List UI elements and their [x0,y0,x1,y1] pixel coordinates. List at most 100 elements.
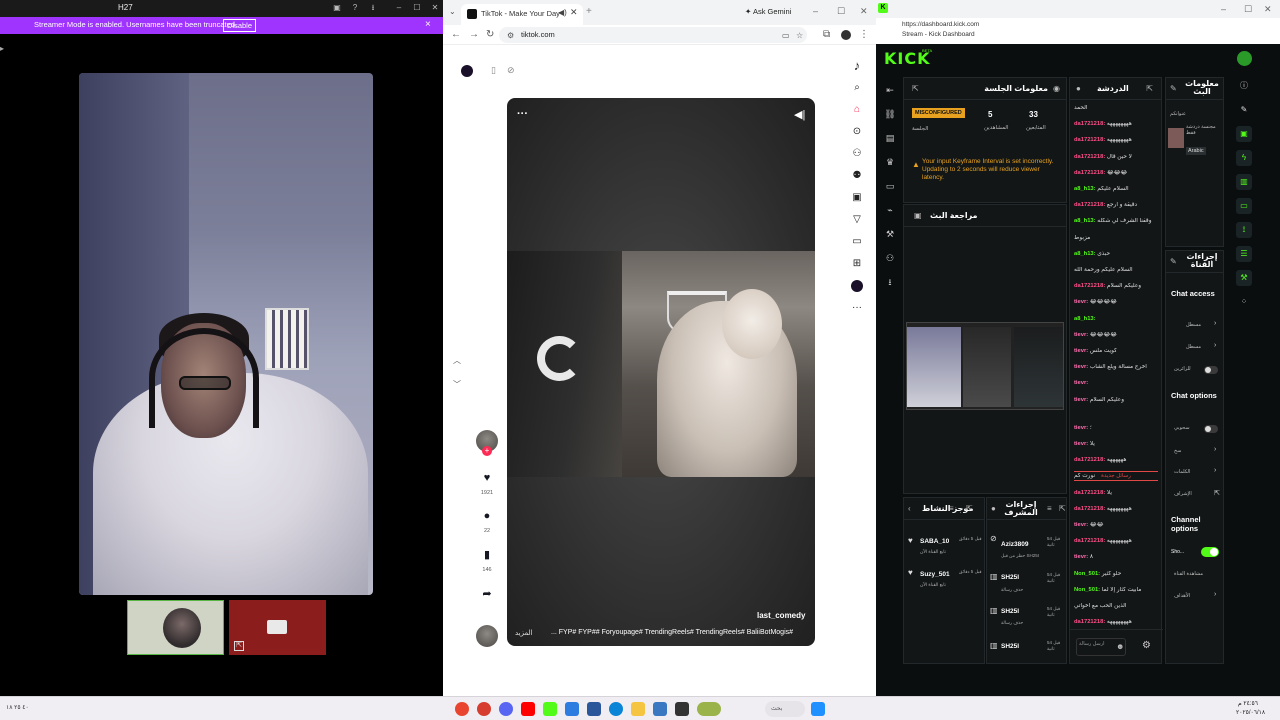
collapse-icon[interactable]: ⇤ [881,78,899,102]
screenshot-icon[interactable]: ▣ [332,3,342,13]
maximize-button[interactable]: ☐ [1244,4,1252,15]
chat-username[interactable]: tievr: [1074,425,1088,431]
reload-icon[interactable]: ↻ [486,29,494,40]
chevron-right-icon[interactable]: › [1214,591,1216,598]
discord-icon[interactable] [499,702,513,716]
close-button[interactable]: ✕ [860,6,868,17]
camera-toggle-button[interactable]: ⇱ [229,600,326,655]
analytics-icon[interactable]: ⌁ [881,198,899,222]
home-icon[interactable]: ⌂ [848,99,866,121]
activity-icon[interactable]: ▽ [848,209,866,231]
audio-playing-icon[interactable]: ◀) [558,8,567,17]
chat-access-option[interactable]: مسطل [1186,344,1236,350]
popout-icon[interactable]: ⇱ [1146,84,1153,93]
disable-button[interactable]: Disable [223,19,257,32]
following-icon[interactable]: ⚇ [848,143,866,165]
show-toggle[interactable] [1201,547,1219,557]
comment-icon[interactable]: ● [476,510,498,522]
file-explorer-icon[interactable] [631,702,645,716]
chat-username[interactable]: tievr: [1074,380,1088,386]
widget-icon[interactable] [697,702,721,716]
filter-icon[interactable]: ≡ [949,504,954,513]
chat-username[interactable]: da1721218: [1074,457,1105,463]
more-options-icon[interactable]: ··· [517,108,528,120]
chat-username[interactable]: da1721218: [1074,490,1105,496]
chat-username[interactable]: tievr: [1074,364,1088,370]
chat-option[interactable]: سخ [1174,448,1224,454]
popout-icon[interactable]: ⇱ [912,84,919,93]
share-icon[interactable]: ➦ [476,587,498,600]
taskbar-search[interactable]: بحث [765,701,805,717]
app-icon[interactable] [653,702,667,716]
gear-icon[interactable]: ⚙ [1142,640,1151,651]
caption-more-link[interactable]: المزيد [515,629,533,637]
next-video-icon[interactable]: ﹀ [453,379,461,390]
minimize-icon[interactable]: – [394,3,404,13]
chat-username[interactable]: tievr: [1074,554,1088,560]
chat-option[interactable]: الكلمات [1174,469,1224,475]
tab-close-icon[interactable]: ✕ [570,7,578,18]
chat-access-option[interactable]: مسطل [1186,322,1236,328]
chat-username[interactable]: Non_501: [1074,587,1100,593]
chat-username[interactable]: tievr: [1074,348,1088,354]
bookmark-icon[interactable]: ▮ [476,548,498,561]
video-author[interactable]: last_comedy [757,611,805,620]
menu-icon[interactable]: ⋮ [859,29,869,40]
follow-plus-icon[interactable]: + [482,446,492,456]
chevron-right-icon[interactable]: › [1214,342,1216,349]
clip-icon[interactable]: ▭ [881,174,899,198]
new-tab-button[interactable]: + [586,6,592,17]
close-button[interactable]: ✕ [1264,4,1272,15]
collapse-icon[interactable]: ‹ [908,504,911,513]
trophy-icon[interactable]: ♛ [881,150,899,174]
maximize-icon[interactable]: ☐ [412,3,422,13]
tab-search-icon[interactable]: ⌄ [449,7,456,16]
profile-avatar-icon[interactable] [851,280,863,292]
user-avatar[interactable] [1237,51,1252,66]
message-icon[interactable]: ▭ [1236,198,1252,214]
popout-icon[interactable]: ⇱ [966,504,973,513]
channel-option[interactable]: مشاهدة القناة [1174,571,1224,577]
download-icon[interactable]: ⭳ [368,3,378,13]
popout-icon[interactable]: ⇱ [234,641,244,651]
chat-username[interactable]: a8_h13: [1074,218,1096,224]
chat-username[interactable]: da1721218: [1074,619,1105,625]
chevron-right-icon[interactable]: › [1214,320,1216,327]
chevron-right-icon[interactable]: › [1214,467,1216,474]
chat-username[interactable]: da1721218: [1074,121,1105,127]
stream-preview-video[interactable] [906,322,1064,410]
tiktok-video-player[interactable]: ··· ◀| last_comedy المزيد ... FYP# FYP##… [507,98,815,646]
app-icon[interactable] [587,702,601,716]
chat-username[interactable]: da1721218: [1074,283,1105,289]
chat-username[interactable]: tievr: [1074,332,1088,338]
previous-video-icon[interactable]: ︿ [453,355,461,366]
tool-icon[interactable]: ⚒ [1236,270,1252,286]
chat-username[interactable]: a8_h13: [1074,186,1096,192]
chrome-icon[interactable] [455,702,469,716]
url-field[interactable]: ⚙ tiktok.com ▭ ☆ [499,27,807,43]
chat-username[interactable]: a8_h13: [1074,316,1096,322]
volume-icon[interactable]: ◀| [794,108,805,121]
emoji-icon[interactable]: ☻ [1116,642,1124,651]
popout-icon[interactable]: ⇱ [1059,504,1066,513]
link-icon[interactable]: ⛓ [881,102,899,126]
avatar[interactable] [461,65,473,77]
edge-icon[interactable] [609,702,623,716]
profile-avatar-icon[interactable] [841,30,851,40]
kick-url[interactable]: https://dashboard.kick.com [902,21,979,28]
kick-icon[interactable] [543,702,557,716]
chat-username[interactable]: tievr: [1074,299,1088,305]
upload-icon[interactable]: ⊞ [848,253,866,275]
guests-toggle[interactable] [1204,366,1218,374]
heart-icon[interactable]: ♥ [476,472,498,484]
app-icon[interactable] [477,702,491,716]
self-view-thumbnail[interactable] [127,600,224,655]
forward-icon[interactable]: → [469,29,479,40]
start-icon[interactable] [811,702,825,716]
site-info-icon[interactable]: ⚙ [507,31,514,40]
bookmark-star-icon[interactable]: ☆ [796,31,803,40]
install-app-icon[interactable]: ▭ [782,31,790,40]
app-icon[interactable] [565,702,579,716]
chat-username[interactable]: da1721218: [1074,538,1105,544]
chat-username[interactable]: da1721218: [1074,154,1105,160]
